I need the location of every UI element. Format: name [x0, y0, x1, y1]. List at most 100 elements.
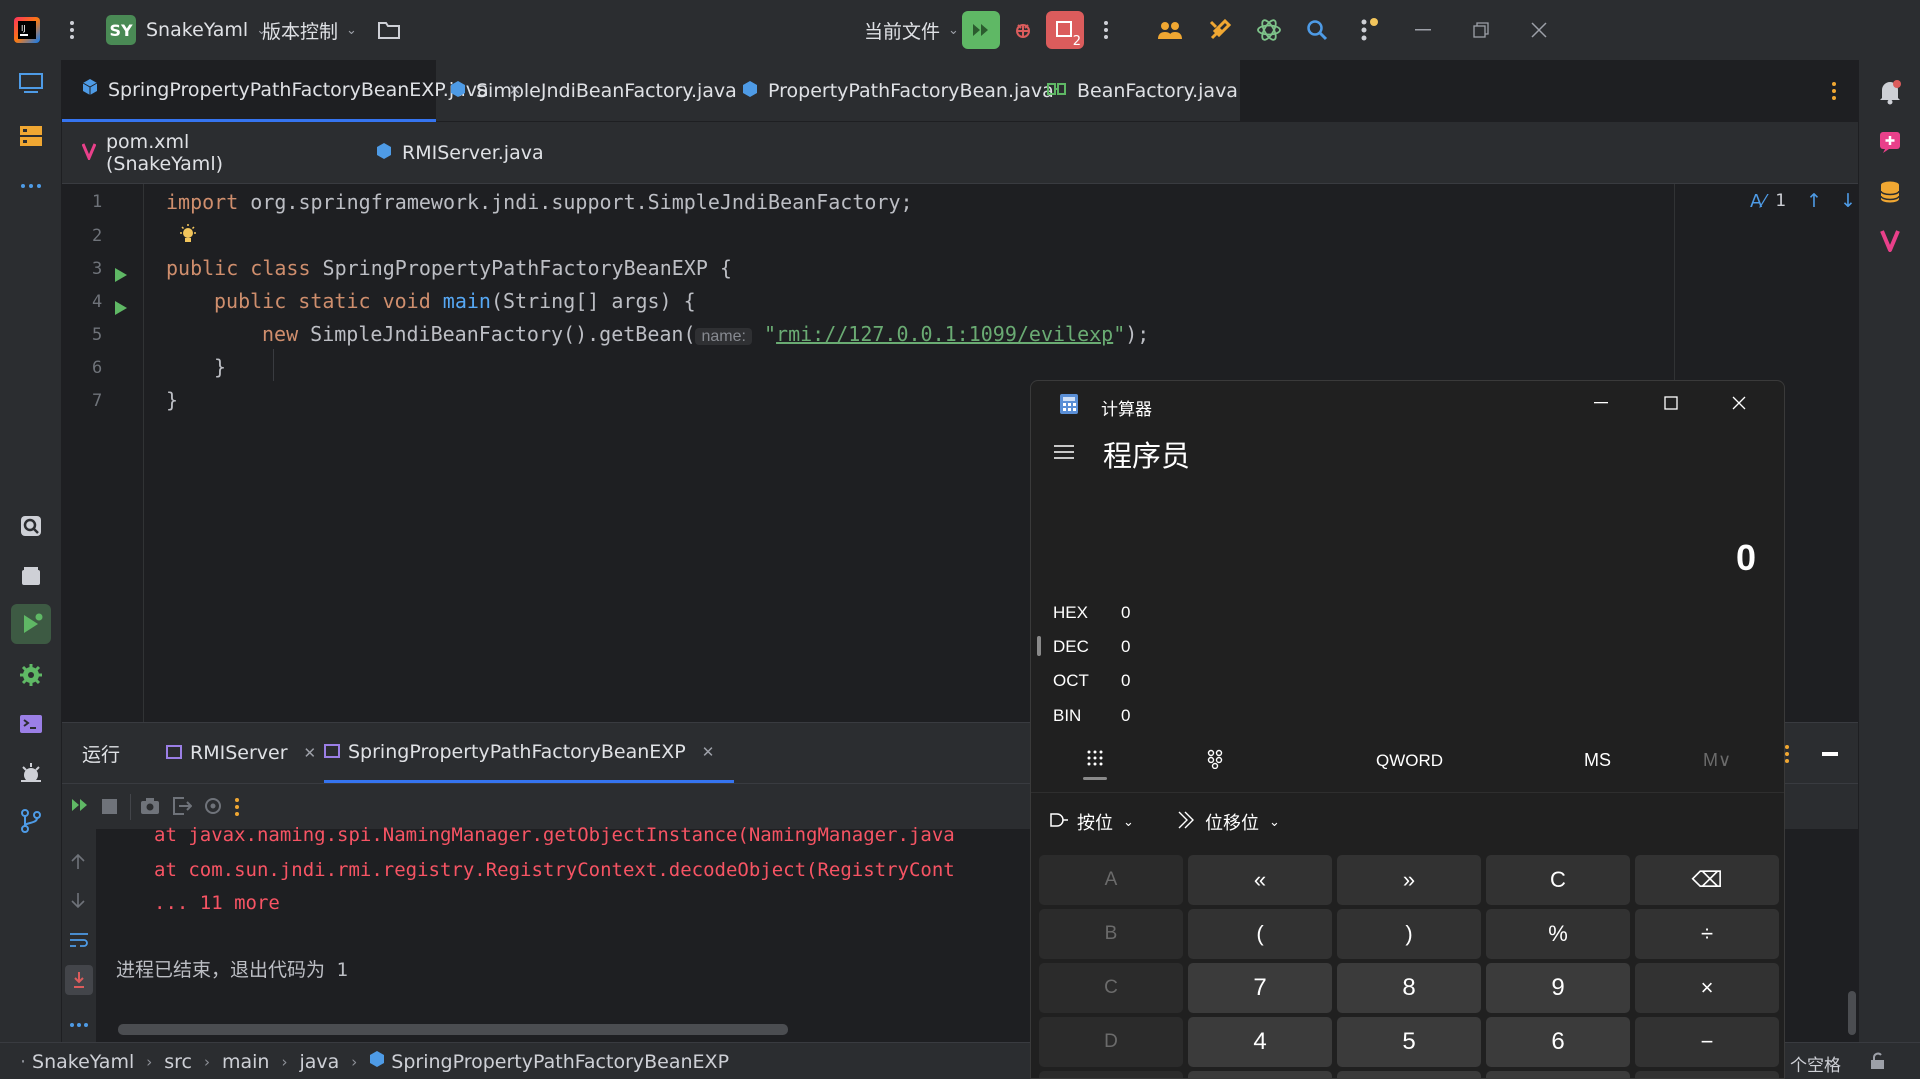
folder-icon[interactable] — [377, 0, 401, 60]
scroll-up-icon[interactable] — [69, 853, 87, 876]
radix-bin[interactable]: BIN 0 — [1053, 706, 1130, 726]
lightbulb-icon[interactable] — [178, 224, 198, 251]
settings-update-icon[interactable] — [1348, 10, 1388, 50]
stop-icon[interactable] — [102, 798, 118, 820]
run-tab-rmiserver[interactable]: RMIServer ✕ — [166, 723, 316, 783]
run-gutter-icon[interactable] — [114, 299, 128, 321]
breadcrumb-item[interactable]: src — [164, 1051, 192, 1073]
close-icon[interactable]: ✕ — [702, 743, 715, 761]
horizontal-scrollbar[interactable] — [118, 1024, 788, 1035]
breadcrumb-item[interactable]: java — [299, 1051, 339, 1073]
key-clear[interactable]: C — [1486, 855, 1630, 905]
close-window-icon[interactable] — [1519, 10, 1559, 50]
ai-assistant-icon[interactable] — [1249, 10, 1289, 50]
run-config-selector[interactable]: 当前文件 ⌄ — [864, 0, 959, 60]
more-options-icon[interactable] — [232, 796, 242, 823]
scroll-to-end-icon[interactable] — [65, 965, 93, 995]
settings-icon[interactable] — [204, 797, 222, 820]
hamburger-menu-icon[interactable] — [1053, 443, 1075, 467]
exit-icon[interactable] — [172, 797, 193, 820]
run-gutter-icon[interactable] — [114, 266, 128, 288]
bitshift-dropdown[interactable]: 位移位 ⌄ — [1177, 809, 1280, 835]
key-d[interactable]: D — [1039, 1017, 1183, 1067]
key-divide[interactable]: ÷ — [1635, 909, 1779, 959]
structure-icon[interactable] — [11, 116, 51, 156]
bitwise-dropdown[interactable]: 按位 ⌄ — [1049, 809, 1134, 835]
key-percent[interactable]: % — [1486, 909, 1630, 959]
tab-beanfactory[interactable]: BeanFactory.java — [1047, 60, 1238, 122]
close-icon[interactable] — [1709, 385, 1769, 421]
minimize-window-icon[interactable] — [1403, 10, 1443, 50]
vertical-scrollbar[interactable] — [1848, 991, 1856, 1035]
restore-window-icon[interactable] — [1461, 10, 1501, 50]
stop-button[interactable]: 2 — [1046, 11, 1084, 49]
key-5[interactable]: 5 — [1337, 1017, 1481, 1067]
inspection-widget[interactable]: A⁄ 1 ↑ ↓ — [1750, 190, 1856, 212]
minimize-icon[interactable] — [1571, 385, 1631, 421]
more-tools-icon[interactable] — [11, 166, 51, 206]
unlock-icon[interactable] — [1870, 1052, 1886, 1075]
key-c-hex[interactable]: C — [1039, 963, 1183, 1013]
close-icon[interactable]: ✕ — [304, 744, 317, 762]
intellij-logo-icon[interactable]: IJ — [14, 0, 40, 60]
tab-options-icon[interactable] — [1829, 80, 1839, 107]
minimize-panel-icon[interactable] — [1822, 752, 1838, 756]
bit-toggle-keypad-icon[interactable] — [1206, 749, 1224, 775]
bookmarks-icon[interactable] — [11, 556, 51, 596]
tab-springpropertypathfactorybeanexp[interactable]: SpringPropertyPathFactoryBeanEXP.java ✕ — [62, 60, 521, 122]
notifications-bell-icon[interactable] — [1870, 72, 1910, 112]
key-a[interactable]: A — [1039, 855, 1183, 905]
run-button[interactable] — [962, 11, 1000, 49]
run-tab-springpropertypathfactorybeanexp[interactable]: SpringPropertyPathFactoryBeanEXP ✕ — [324, 723, 735, 783]
word-size-button[interactable]: QWORD — [1376, 751, 1443, 771]
more-icon[interactable] — [69, 1011, 89, 1033]
tab-propertypathfactorybean[interactable]: PropertyPathFactoryBean.java — [742, 60, 1054, 122]
key-right-shift[interactable]: » — [1337, 855, 1481, 905]
key-open-paren[interactable]: ( — [1188, 909, 1332, 959]
key-4[interactable]: 4 — [1188, 1017, 1332, 1067]
tab-simplejndibeanfactory[interactable]: SimpleJndiBeanFactory.java — [450, 60, 740, 122]
radix-dec[interactable]: DEC 0 — [1053, 637, 1130, 657]
tab-rmiserver[interactable]: RMIServer.java — [376, 122, 556, 184]
radix-hex[interactable]: HEX 0 — [1053, 603, 1130, 623]
project-view-icon[interactable] — [11, 63, 51, 103]
soft-wrap-icon[interactable] — [69, 931, 89, 953]
vcs-selector[interactable]: 版本控制 ⌄ — [262, 0, 357, 60]
problems-icon[interactable] — [11, 753, 51, 793]
git-branch-icon[interactable] — [11, 801, 51, 841]
search-icon[interactable] — [1297, 10, 1337, 50]
full-keypad-icon[interactable] — [1086, 749, 1104, 773]
memory-view-button[interactable]: M∨ — [1703, 750, 1731, 771]
key-close-paren[interactable]: ) — [1337, 909, 1481, 959]
main-menu-icon[interactable] — [62, 0, 82, 60]
key-b[interactable]: B — [1039, 909, 1183, 959]
tab-pom-xml[interactable]: pom.xml (SnakeYaml) — [81, 122, 302, 184]
maven-icon[interactable] — [1870, 220, 1910, 260]
backspace-icon[interactable]: ⌫ — [1635, 855, 1779, 905]
memory-store-button[interactable]: MS — [1584, 750, 1611, 771]
more-actions-icon[interactable] — [1086, 10, 1126, 50]
radix-oct[interactable]: OCT 0 — [1053, 671, 1130, 691]
build-tools-icon[interactable] — [1200, 10, 1240, 50]
breadcrumb-item[interactable]: main — [222, 1051, 269, 1073]
arrow-down-icon[interactable]: ↓ — [1840, 190, 1856, 212]
scroll-down-icon[interactable] — [69, 891, 87, 914]
key-7[interactable]: 7 — [1188, 963, 1332, 1013]
terminal-icon[interactable] — [11, 704, 51, 744]
ai-chat-icon[interactable] — [1870, 122, 1910, 162]
run-tool-icon[interactable] — [11, 604, 51, 644]
key-9[interactable]: 9 — [1486, 963, 1630, 1013]
rerun-icon[interactable] — [70, 796, 90, 819]
find-icon[interactable] — [11, 506, 51, 546]
breadcrumb-item[interactable]: SnakeYaml — [32, 1051, 134, 1073]
key-6[interactable]: 6 — [1486, 1017, 1630, 1067]
key-8[interactable]: 8 — [1337, 963, 1481, 1013]
arrow-up-icon[interactable]: ↑ — [1806, 190, 1822, 212]
key-minus[interactable]: − — [1635, 1017, 1779, 1067]
debug-icon[interactable] — [1003, 10, 1043, 50]
maximize-icon[interactable] — [1641, 385, 1701, 421]
code-with-me-icon[interactable] — [1150, 10, 1190, 50]
database-icon[interactable] — [1870, 172, 1910, 212]
key-multiply[interactable]: × — [1635, 963, 1779, 1013]
camera-icon[interactable] — [140, 797, 160, 820]
